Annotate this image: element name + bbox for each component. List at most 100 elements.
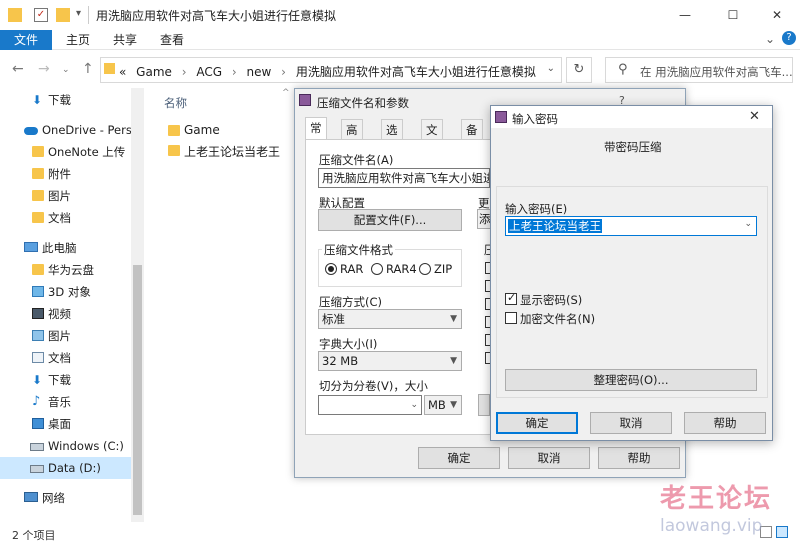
archive-cancel-button[interactable]: 取消 xyxy=(508,447,590,469)
radio-rar4[interactable] xyxy=(371,263,383,275)
back-arrow-icon[interactable]: ← xyxy=(12,61,24,77)
sidebar-item-pictures[interactable]: 图片 xyxy=(0,325,144,347)
sidebar-item-drive-d[interactable]: Data (D:) xyxy=(0,457,144,479)
sort-up-icon: ^ xyxy=(282,88,290,98)
sidebar-scrollbar-thumb[interactable] xyxy=(133,265,142,515)
password-label: 输入密码(E) xyxy=(505,202,568,216)
folder-icon xyxy=(32,168,44,179)
set-password-button[interactable] xyxy=(478,394,490,416)
maximize-button[interactable]: ☐ xyxy=(710,0,756,30)
organize-passwords-button[interactable]: 整理密码(O)... xyxy=(505,369,757,391)
archive-help-button[interactable]: 帮助 xyxy=(598,447,680,469)
tab-options[interactable]: 选项 xyxy=(381,119,403,157)
archive-dialog-title: 压缩文件名和参数 xyxy=(317,96,409,110)
address-bar[interactable]: « Game › ACG › new › 用洗脑应用软件对高飞车大小姐进行任意模… xyxy=(100,57,562,83)
sidebar-item-3d-objects[interactable]: 3D 对象 xyxy=(0,281,144,303)
list-item[interactable]: 上老王论坛当老王 xyxy=(168,142,288,160)
chevron-down-icon: ▼ xyxy=(450,356,457,366)
sidebar-item-documents[interactable]: 文档 xyxy=(0,347,144,369)
refresh-icon[interactable]: ↻ xyxy=(566,57,592,83)
tab-file[interactable]: 文件 xyxy=(0,30,52,50)
tab-home[interactable]: 主页 xyxy=(66,30,90,50)
sidebar-item-onedrive[interactable]: OneDrive - Perso xyxy=(0,119,144,141)
folder-icon xyxy=(32,264,44,275)
sidebar-item-this-pc[interactable]: 此电脑 xyxy=(0,237,144,259)
dictionary-size-select[interactable]: 32 MB ▼ xyxy=(318,351,462,371)
archive-name-input[interactable]: 用洗脑应用软件对高飞车大小姐进行 xyxy=(318,168,490,188)
quick-access-dropdown-icon[interactable]: ▾ xyxy=(76,8,81,19)
close-icon[interactable]: ✕ xyxy=(749,109,760,124)
split-volume-input[interactable]: ⌄ xyxy=(318,395,422,415)
list-item[interactable]: Game xyxy=(168,122,278,140)
ribbon-expand-icon[interactable]: ⌄ xyxy=(765,32,775,46)
sidebar-item-music[interactable]: ♪ 音乐 xyxy=(0,391,144,413)
recent-locations-icon[interactable]: ⌄ xyxy=(62,65,70,75)
address-dropdown-icon[interactable]: ⌄ xyxy=(547,63,555,74)
sidebar-item-network[interactable]: 网络 xyxy=(0,487,144,509)
sidebar-item-downloads-pc[interactable]: ⬇ 下载 xyxy=(0,369,144,391)
profile-button[interactable]: 配置文件(F)... xyxy=(318,209,462,231)
show-password-checkbox[interactable] xyxy=(505,291,517,305)
password-cancel-button[interactable]: 取消 xyxy=(590,412,672,434)
close-button[interactable]: ✕ xyxy=(754,0,800,30)
winrar-icon xyxy=(495,111,507,123)
sidebar-item-desktop[interactable]: 桌面 xyxy=(0,413,144,435)
forward-arrow-icon[interactable]: → xyxy=(38,61,50,77)
tab-general[interactable]: 常规 xyxy=(305,117,327,155)
split-unit-select[interactable]: MB ▼ xyxy=(424,395,462,415)
compression-method-select[interactable]: 标准 ▼ xyxy=(318,309,462,329)
radio-rar[interactable] xyxy=(325,263,337,275)
password-help-button[interactable]: 帮助 xyxy=(684,412,766,434)
download-icon: ⬇ xyxy=(32,373,43,387)
search-box[interactable]: ⚲ 在 用洗脑应用软件对高飞车... xyxy=(605,57,793,83)
new-folder-icon[interactable] xyxy=(56,8,70,22)
password-heading: 带密码压缩 xyxy=(604,140,662,154)
breadcrumb-game[interactable]: Game xyxy=(136,65,172,79)
breadcrumb-separator[interactable]: › xyxy=(182,65,187,79)
sidebar-item-documents-od[interactable]: 文档 xyxy=(0,207,144,229)
tab-advanced[interactable]: 高级 xyxy=(341,119,363,157)
tab-view[interactable]: 查看 xyxy=(160,30,184,50)
search-icon: ⚲ xyxy=(618,62,628,77)
help-icon[interactable]: ? xyxy=(782,31,796,45)
tab-backup[interactable]: 备份 xyxy=(461,119,483,157)
sidebar-item-downloads[interactable]: ⬇ 下载 xyxy=(0,89,144,111)
up-arrow-icon[interactable]: ↑ xyxy=(82,61,94,77)
properties-check-icon[interactable]: ✓ xyxy=(34,8,48,22)
password-input[interactable]: 上老王论坛当老王 ⌄ xyxy=(505,216,757,236)
sidebar-item-huawei[interactable]: 华为云盘 xyxy=(0,259,144,281)
breadcrumb-current[interactable]: 用洗脑应用软件对高飞车大小姐进行任意模拟 xyxy=(296,65,536,79)
folder-icon xyxy=(32,212,44,223)
password-ok-button[interactable]: 确定 xyxy=(496,412,578,434)
sidebar-item-pictures-od[interactable]: 图片 xyxy=(0,185,144,207)
sidebar-item-videos[interactable]: 视频 xyxy=(0,303,144,325)
sidebar-item-drive-c[interactable]: Windows (C:) xyxy=(0,435,144,457)
sidebar-item-onenote[interactable]: OneNote 上传 xyxy=(0,141,144,163)
tab-share[interactable]: 共享 xyxy=(113,30,137,50)
large-icons-view-icon[interactable] xyxy=(776,526,788,538)
archive-ok-button[interactable]: 确定 xyxy=(418,447,500,469)
watermark-logo: 老王论坛 xyxy=(660,484,773,514)
sidebar-item-attachments[interactable]: 附件 xyxy=(0,163,144,185)
tab-files[interactable]: 文件 xyxy=(421,119,443,157)
encrypt-filenames-label: 加密文件名(N) xyxy=(520,312,596,326)
breadcrumb-new[interactable]: new xyxy=(247,65,272,79)
chevron-down-icon[interactable]: ⌄ xyxy=(744,219,752,229)
breadcrumb-separator[interactable]: › xyxy=(232,65,237,79)
folder-icon xyxy=(32,190,44,201)
breadcrumb-overflow[interactable]: « xyxy=(119,65,126,79)
cube-icon xyxy=(32,286,44,297)
radio-zip[interactable] xyxy=(419,263,431,275)
minimize-button[interactable]: — xyxy=(662,0,708,30)
radio-rar-label: RAR xyxy=(340,262,364,276)
column-header-name[interactable]: 名称 xyxy=(164,95,187,111)
archive-name-label: 压缩文件名(A) xyxy=(319,153,394,167)
encrypt-filenames-checkbox[interactable] xyxy=(505,312,517,324)
desktop-icon xyxy=(32,418,44,429)
breadcrumb-separator[interactable]: › xyxy=(281,65,286,79)
winrar-icon xyxy=(299,94,311,106)
breadcrumb-acg[interactable]: ACG xyxy=(196,65,222,79)
chevron-down-icon: ⌄ xyxy=(410,400,418,410)
update-mode-select[interactable]: 添 xyxy=(477,209,491,229)
format-radios: RAR RAR4 ZIP xyxy=(323,262,463,278)
